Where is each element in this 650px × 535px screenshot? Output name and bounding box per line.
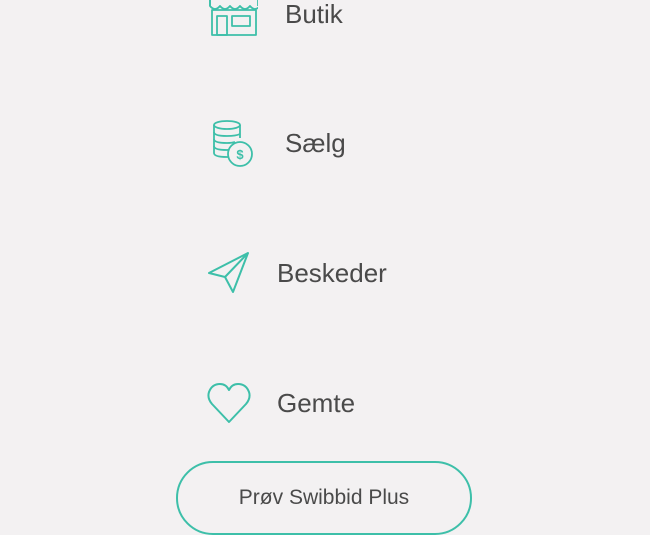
svg-text:$: $	[236, 147, 244, 162]
menu-item-beskeder[interactable]: Beskeder	[200, 242, 540, 302]
menu-item-label: Sælg	[285, 128, 346, 158]
menu-item-butik[interactable]: Butik	[200, 0, 540, 42]
coins-dollar-icon: $	[213, 120, 253, 167]
menu-item-gemte[interactable]: Gemte	[200, 372, 540, 432]
paper-plane-icon	[208, 252, 249, 293]
shop-icon	[209, 0, 258, 36]
try-plus-button-label: Prøv Swibbid Plus	[238, 486, 410, 509]
menu-item-label: Butik	[285, 0, 343, 29]
try-plus-button[interactable]: Prøv Swibbid Plus	[176, 461, 472, 535]
menu-item-saelg[interactable]: $ Sælg	[200, 112, 540, 172]
menu-item-label: Beskeder	[277, 258, 387, 288]
menu-item-label: Gemte	[277, 388, 356, 418]
heart-icon	[207, 383, 251, 423]
